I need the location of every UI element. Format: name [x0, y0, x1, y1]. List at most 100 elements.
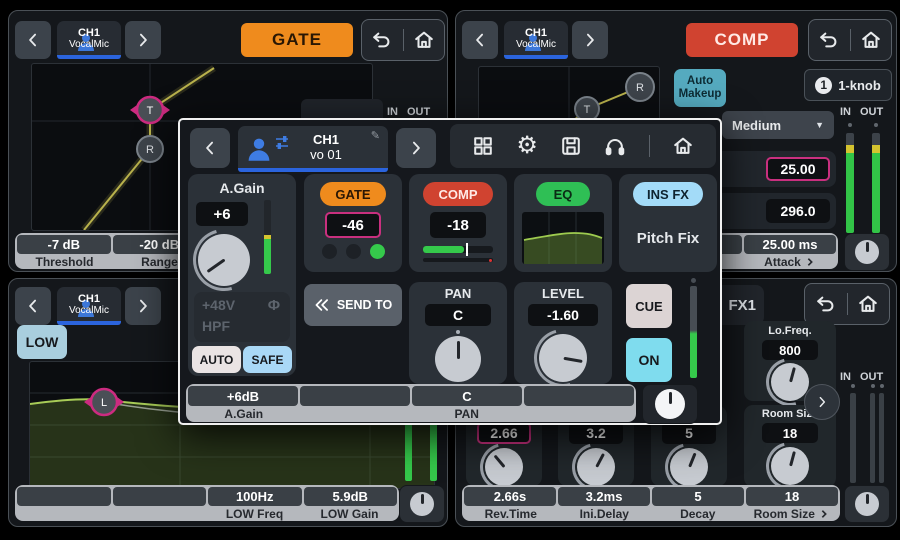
- gain-safe-button[interactable]: SAFE: [243, 346, 292, 373]
- chevron-left-icon: [23, 30, 43, 50]
- low-band-button[interactable]: LOW: [17, 325, 67, 359]
- again-value-box[interactable]: +6: [196, 202, 248, 226]
- next-channel-button[interactable]: [396, 128, 436, 168]
- decay-knob[interactable]: [670, 448, 708, 486]
- home-icon[interactable]: [857, 293, 879, 315]
- eq-pill-button[interactable]: EQ: [536, 182, 590, 206]
- param-value[interactable]: 3.2ms: [558, 487, 650, 506]
- param-value[interactable]: [300, 386, 410, 406]
- in-label: IN: [840, 106, 851, 118]
- param-label: PAN: [455, 407, 479, 421]
- ini-delay-knob[interactable]: [577, 448, 615, 486]
- meter-peak-dot: [880, 384, 884, 388]
- next-channel-button[interactable]: [125, 287, 161, 325]
- param-value[interactable]: -7 dB: [17, 235, 111, 254]
- threshold-handle-label: T: [584, 104, 591, 116]
- gain-meter: [264, 200, 271, 274]
- comp-pill-button[interactable]: COMP: [423, 182, 493, 206]
- edit-name-icon[interactable]: ✎: [371, 129, 380, 142]
- comp-on-button[interactable]: COMP: [686, 23, 798, 57]
- gate-threshold-box[interactable]: -46: [325, 212, 381, 238]
- eq-mini-graph[interactable]: [522, 212, 604, 264]
- send-to-button[interactable]: SEND TO: [304, 284, 402, 326]
- divider: [850, 29, 851, 51]
- param-value-box[interactable]: 3.2: [569, 422, 623, 444]
- channel-select-tab[interactable]: CH1 VocalMic: [504, 21, 568, 59]
- next-channel-button[interactable]: [572, 21, 608, 59]
- one-knob-button[interactable]: 1 1-knob: [804, 69, 892, 101]
- param-value-box[interactable]: 296.0: [766, 199, 830, 223]
- channel-name-tab[interactable]: ✎ CH1 vo 01: [238, 126, 388, 172]
- overlay-param-bar: +6dB C A.Gain PAN: [186, 384, 636, 422]
- lo-freq-knob[interactable]: [771, 363, 809, 401]
- room-size-knob[interactable]: [771, 447, 809, 485]
- prev-channel-button[interactable]: [462, 21, 498, 59]
- threshold-handle-label: T: [147, 105, 154, 117]
- param-value[interactable]: 5: [652, 487, 744, 506]
- undo-icon[interactable]: [815, 293, 837, 315]
- gate-on-button[interactable]: GATE: [241, 23, 353, 57]
- home-icon[interactable]: [413, 29, 435, 51]
- headphones-icon[interactable]: [604, 135, 626, 157]
- save-floppy-icon[interactable]: [560, 135, 582, 157]
- undo-icon[interactable]: [371, 29, 393, 51]
- param-value[interactable]: 25.00 ms: [744, 235, 836, 254]
- param-value-box-selected[interactable]: 25.00: [766, 157, 830, 181]
- pan-value-box[interactable]: C: [425, 304, 491, 326]
- touch-knob-button[interactable]: [844, 233, 890, 271]
- home-icon[interactable]: [672, 135, 694, 157]
- comp-threshold-box[interactable]: -18: [430, 212, 486, 238]
- ins-fx-pill-button[interactable]: INS FX: [633, 182, 703, 206]
- rev-time-knob[interactable]: [485, 448, 523, 486]
- param-value[interactable]: C: [412, 386, 522, 406]
- param-value[interactable]: 100Hz: [208, 487, 302, 506]
- next-channel-button[interactable]: [125, 21, 161, 59]
- send-to-icon: [314, 298, 332, 312]
- channel-label: VocalMic: [516, 39, 556, 50]
- undo-icon[interactable]: [818, 29, 840, 51]
- pan-knob[interactable]: [435, 336, 481, 382]
- hpf-label[interactable]: HPF: [202, 318, 230, 334]
- param-value[interactable]: [524, 386, 634, 406]
- channel-on-button[interactable]: ON: [626, 338, 672, 382]
- prev-channel-button[interactable]: [15, 287, 51, 325]
- param-value[interactable]: 5.9dB: [304, 487, 398, 506]
- auto-makeup-button[interactable]: Auto Makeup: [674, 69, 726, 107]
- prev-channel-button[interactable]: [15, 21, 51, 59]
- room-size-value[interactable]: 18: [762, 423, 818, 443]
- param-value[interactable]: [17, 487, 111, 506]
- touch-knob-button[interactable]: [642, 384, 698, 424]
- phase-icon[interactable]: Φ: [268, 297, 280, 314]
- param-label: Threshold: [35, 255, 93, 269]
- phantom-48v-label[interactable]: +48V: [202, 297, 235, 313]
- param-value[interactable]: +6dB: [188, 386, 298, 406]
- views-grid-icon[interactable]: [472, 135, 494, 157]
- param-label: LOW Gain: [321, 507, 379, 521]
- console-screen: CH1 VocalMic GATE T R IN OUT: [0, 0, 900, 540]
- next-page-button[interactable]: [804, 384, 840, 420]
- knee-select[interactable]: Medium ▼: [722, 111, 834, 139]
- cue-button[interactable]: CUE: [626, 284, 672, 328]
- param-value[interactable]: 18: [746, 487, 838, 506]
- level-value-box[interactable]: -1.60: [528, 304, 598, 326]
- channel-select-tab[interactable]: CH1 VocalMic: [57, 287, 121, 325]
- gate-pill-button[interactable]: GATE: [320, 182, 386, 206]
- param-value[interactable]: 2.66s: [464, 487, 556, 506]
- knee-value: Medium: [732, 118, 781, 133]
- meter-peak-dot: [874, 123, 878, 127]
- in-label: IN: [840, 371, 851, 383]
- prev-channel-button[interactable]: [190, 128, 230, 168]
- param-value-box[interactable]: 5: [662, 422, 716, 444]
- level-knob[interactable]: [539, 334, 587, 382]
- settings-gear-icon[interactable]: ⚙: [516, 134, 538, 158]
- ins-fx-name[interactable]: Pitch Fix: [619, 230, 717, 247]
- param-value[interactable]: [113, 487, 207, 506]
- again-knob[interactable]: [198, 234, 250, 286]
- channel-select-tab[interactable]: CH1 VocalMic: [57, 21, 121, 59]
- gain-auto-button[interactable]: AUTO: [192, 346, 241, 373]
- param-value-box-selected[interactable]: 2.66: [477, 422, 531, 444]
- chevron-right-icon: [406, 138, 426, 158]
- touch-knob-button[interactable]: [844, 485, 890, 523]
- home-icon[interactable]: [860, 29, 882, 51]
- touch-knob-button[interactable]: [399, 485, 445, 523]
